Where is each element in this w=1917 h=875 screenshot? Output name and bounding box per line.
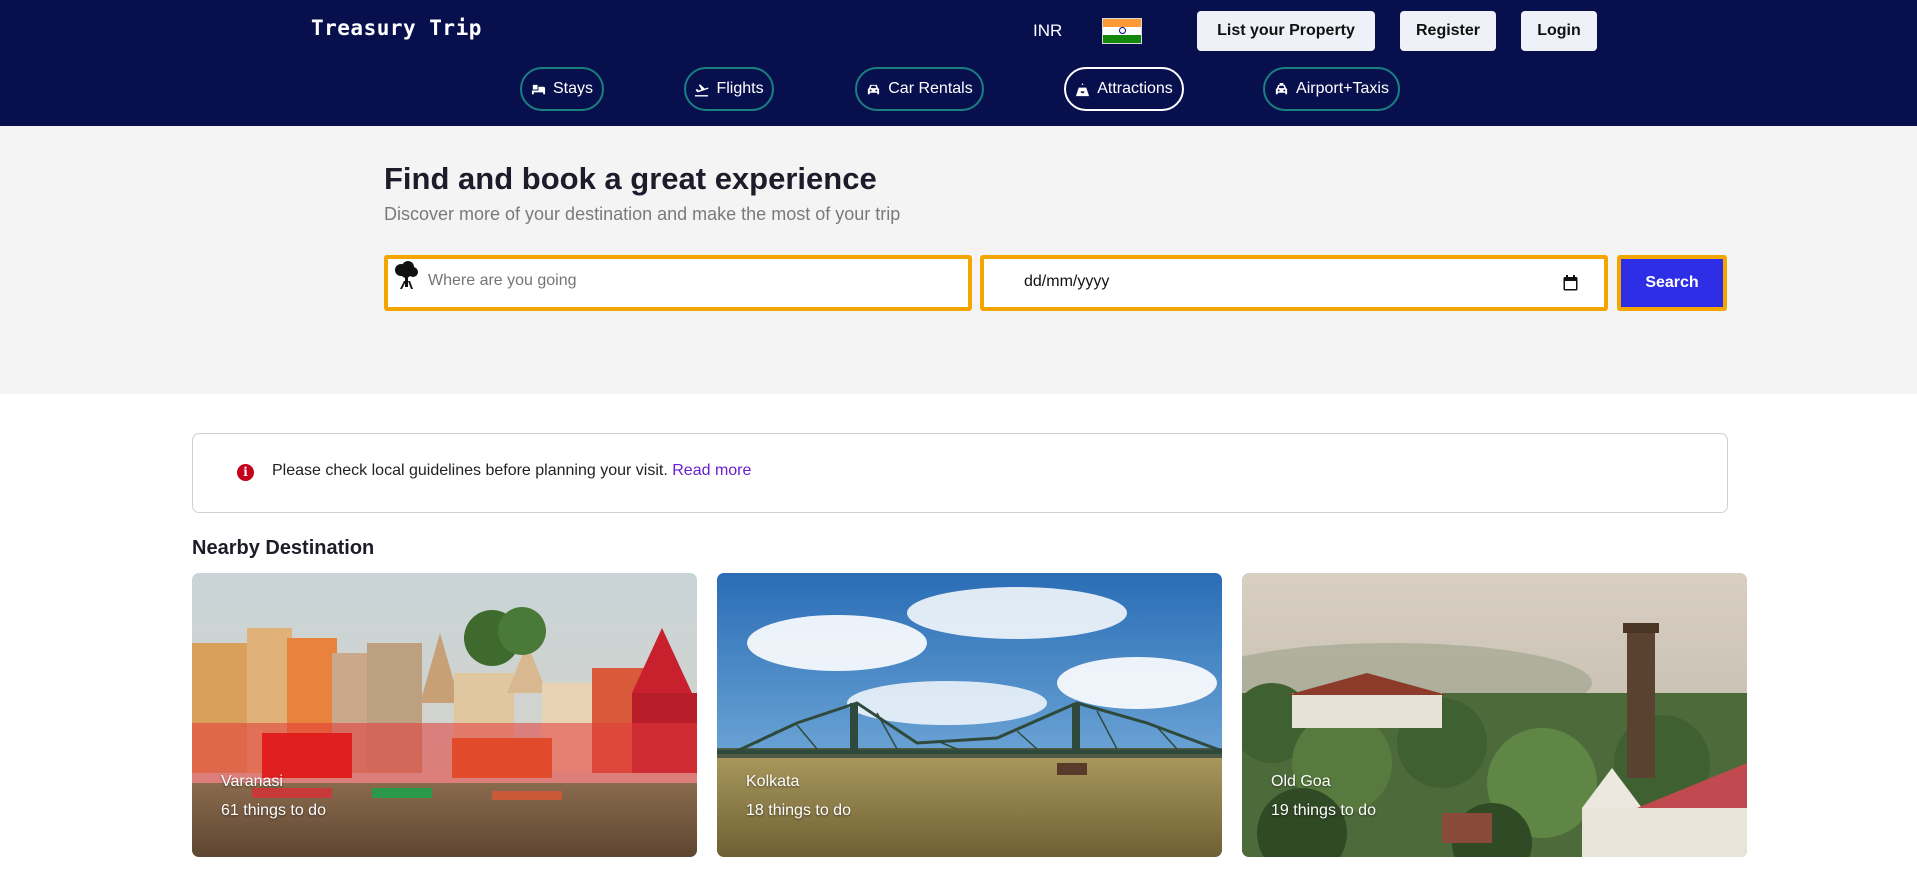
hero-section: Find and book a great experience Discove…: [0, 126, 1917, 394]
destination-field[interactable]: [384, 255, 972, 311]
nav-attractions[interactable]: Attractions: [1064, 67, 1184, 111]
destination-card-old-goa[interactable]: Old Goa 19 things to do: [1242, 573, 1747, 857]
page-title: Find and book a great experience: [384, 161, 877, 196]
date-field[interactable]: dd/mm/yyyy: [980, 255, 1608, 311]
login-button[interactable]: Login: [1521, 11, 1597, 51]
tree-icon: [395, 261, 418, 289]
destination-card-varanasi[interactable]: Varanasi 61 things to do: [192, 573, 697, 857]
card-title: Varanasi: [221, 773, 283, 790]
nav-flights-label: Flights: [716, 80, 764, 97]
nav-stays[interactable]: Stays: [520, 67, 604, 111]
currency-selector[interactable]: INR: [1033, 21, 1062, 41]
card-subtitle: 61 things to do: [221, 802, 326, 819]
nav-attractions-label: Attractions: [1097, 80, 1173, 97]
register-button[interactable]: Register: [1400, 11, 1496, 51]
list-property-button[interactable]: List your Property: [1197, 11, 1375, 51]
read-more-link[interactable]: Read more: [672, 462, 751, 479]
nav-car-rentals[interactable]: Car Rentals: [855, 67, 984, 111]
nav-car-rentals-label: Car Rentals: [888, 80, 973, 97]
attractions-icon: [1076, 82, 1090, 96]
nav-airport-taxis[interactable]: Airport+Taxis: [1263, 67, 1400, 111]
destination-card-kolkata[interactable]: Kolkata 18 things to do: [717, 573, 1222, 857]
notice-message: Please check local guidelines before pla…: [272, 462, 751, 480]
guidelines-notice: i Please check local guidelines before p…: [192, 433, 1728, 513]
card-title: Kolkata: [746, 773, 800, 790]
bed-icon: [531, 84, 546, 94]
notice-text: Please check local guidelines before pla…: [272, 462, 668, 479]
card-title: Old Goa: [1271, 773, 1331, 790]
top-header: Treasury Trip INR List your Property Reg…: [0, 0, 1917, 126]
search-button[interactable]: Search: [1617, 255, 1727, 311]
taxi-icon: [1275, 82, 1288, 94]
nav-airport-taxis-label: Airport+Taxis: [1296, 80, 1389, 97]
nav-flights[interactable]: Flights: [684, 67, 774, 111]
card-subtitle: 19 things to do: [1271, 802, 1376, 819]
site-logo[interactable]: Treasury Trip: [311, 16, 482, 40]
nav-stays-label: Stays: [552, 80, 593, 97]
car-icon: [868, 84, 880, 94]
plane-icon: [695, 83, 709, 97]
page-subtitle: Discover more of your destination and ma…: [384, 204, 901, 224]
destination-input[interactable]: [428, 272, 948, 290]
nearby-destination-heading: Nearby Destination: [192, 537, 375, 559]
india-flag-icon[interactable]: [1102, 18, 1142, 44]
date-input[interactable]: dd/mm/yyyy: [1024, 273, 1109, 291]
info-alert-icon: i: [237, 464, 254, 481]
card-subtitle: 18 things to do: [746, 802, 851, 819]
calendar-icon[interactable]: [1563, 275, 1578, 291]
